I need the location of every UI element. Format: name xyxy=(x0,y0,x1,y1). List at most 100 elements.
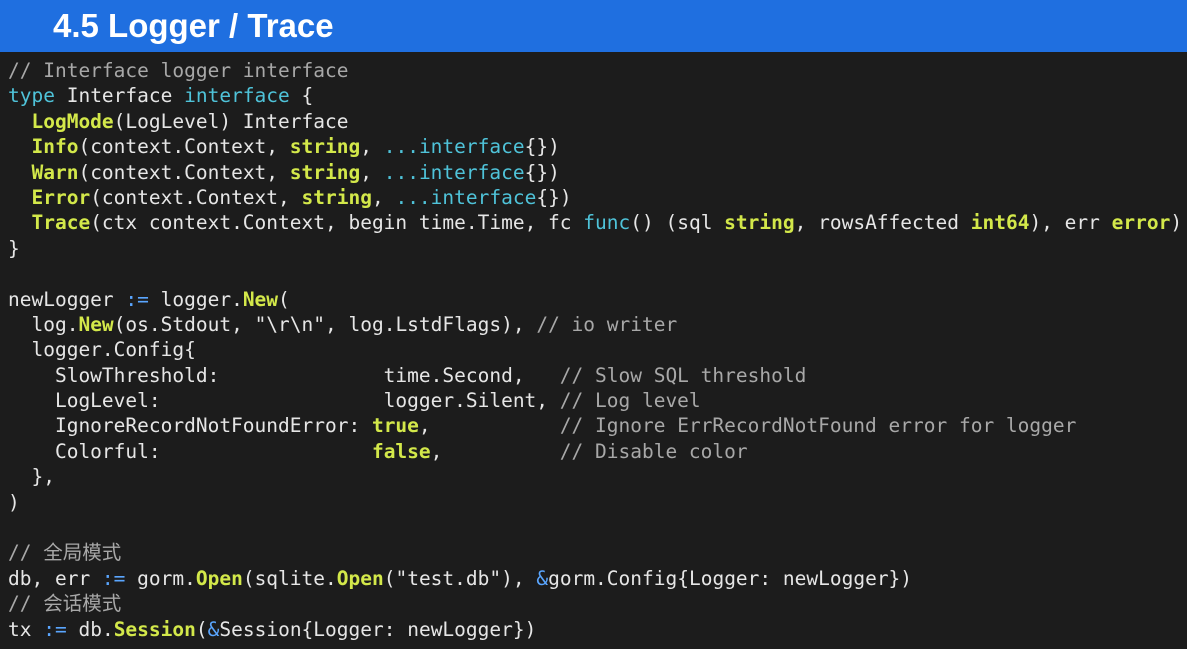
code-token-func: Open xyxy=(336,566,384,590)
code-token-op: := xyxy=(125,287,149,311)
code-token-text: } xyxy=(8,236,20,260)
code-token-text: LogLevel: logger.Silent, xyxy=(8,389,560,413)
code-token-comment: // Slow SQL threshold xyxy=(559,363,807,387)
code-line: Trace(ctx context.Context, begin time.Ti… xyxy=(8,210,1183,235)
code-token-text: db. xyxy=(66,617,114,641)
code-token-type: error xyxy=(1111,211,1171,235)
code-token-text: ), err xyxy=(1029,211,1112,235)
code-line: log.New(os.Stdout, "\r\n", log.LstdFlags… xyxy=(8,312,1183,337)
code-line: logger.Config{ xyxy=(8,337,1183,362)
code-token-comment: // Ignore ErrRecordNotFound error for lo… xyxy=(559,414,1077,438)
code-token-text: }, xyxy=(8,465,55,489)
code-token-text: gorm.Config{Logger: newLogger}) xyxy=(548,566,913,590)
code-token-comment: // Disable color xyxy=(559,439,748,463)
code-token-text: log. xyxy=(8,312,79,336)
code-token-type: string xyxy=(301,185,372,209)
code-token-keyword: ...interface xyxy=(383,160,525,184)
code-token-text: (context.Context, xyxy=(78,160,290,184)
code-token-text: (LogLevel) Interface xyxy=(113,109,349,133)
code-token-keyword: ...interface xyxy=(395,185,537,209)
code-token-text: SlowThreshold: time.Second, xyxy=(8,363,560,387)
code-token-op: & xyxy=(207,617,220,641)
code-token-comment: // io writer xyxy=(536,312,678,336)
code-token-type: string xyxy=(724,211,795,235)
code-token-comment: // 会话模式 xyxy=(8,592,122,616)
code-line: // 会话模式 xyxy=(8,591,1183,616)
code-line: // Interface logger interface xyxy=(8,58,1183,83)
code-token-text: (context.Context, xyxy=(90,185,302,209)
code-token-text: newLogger xyxy=(8,287,126,311)
code-token-text: db, err xyxy=(8,566,102,590)
code-line: db, err := gorm.Open(sqlite.Open("test.d… xyxy=(8,566,1183,591)
code-token-op: := xyxy=(43,617,67,641)
code-token-keyword: type xyxy=(8,84,55,108)
code-token-text: IgnoreRecordNotFoundError: xyxy=(8,414,372,438)
code-token-text: , xyxy=(360,160,384,184)
code-token-comment: // 全局模式 xyxy=(8,541,122,565)
code-block: // Interface logger interface type Interf… xyxy=(8,58,1183,642)
code-token-func: New xyxy=(242,287,279,311)
code-token-text: (ctx context.Context, begin time.Time, f… xyxy=(90,211,584,235)
code-token-func: New xyxy=(78,312,114,336)
code-token-text: ( xyxy=(195,617,208,641)
code-line: Warn(context.Context, string, ...interfa… xyxy=(8,160,1183,185)
slide-header: 4.5 Logger / Trace xyxy=(0,0,1187,52)
code-token-text: Session{Logger: newLogger}) xyxy=(219,617,537,641)
code-token-type: int64 xyxy=(970,211,1030,235)
code-token-func: LogMode xyxy=(31,109,114,133)
code-token-func: Open xyxy=(195,566,243,590)
code-line: type Interface interface { xyxy=(8,83,1183,108)
code-line: LogMode(LogLevel) Interface xyxy=(8,109,1183,134)
code-token-text: , xyxy=(430,439,560,463)
code-line: LogLevel: logger.Silent, // Log level xyxy=(8,388,1183,413)
code-line: } xyxy=(8,236,1183,261)
code-line: Colorful: false, // Disable color xyxy=(8,439,1183,464)
code-token-func: Error xyxy=(31,185,91,209)
code-token-text: ) xyxy=(8,490,20,514)
code-line: tx := db.Session(&Session{Logger: newLog… xyxy=(8,617,1183,642)
code-token-text: tx xyxy=(8,617,44,641)
code-token-text: (os.Stdout, "\r\n", log.LstdFlags), xyxy=(113,312,537,336)
code-line: }, xyxy=(8,464,1183,489)
code-token-func: Session xyxy=(113,617,196,641)
code-token-op: & xyxy=(536,566,549,590)
code-token-keyword: interface xyxy=(184,84,290,108)
code-token-text: gorm. xyxy=(125,566,196,590)
code-token-type: string xyxy=(289,135,361,159)
code-token-text: Colorful: xyxy=(8,439,372,463)
code-token-text: , rowsAffected xyxy=(794,211,971,235)
code-token-text: {}) xyxy=(524,135,560,159)
code-line: ) xyxy=(8,490,1183,515)
code-line: Error(context.Context, string, ...interf… xyxy=(8,185,1183,210)
code-token-text: (sqlite. xyxy=(242,566,337,590)
code-token-keyword: ...interface xyxy=(383,135,525,159)
code-token-comment: // Log level xyxy=(559,389,701,413)
code-token-text: () (sql xyxy=(630,211,725,235)
code-line: newLogger := logger.New( xyxy=(8,287,1183,312)
code-token-op: := xyxy=(101,566,126,590)
code-token-text: ("test.db"), xyxy=(383,566,537,590)
slide-title: 4.5 Logger / Trace xyxy=(53,7,334,44)
code-token-text: (context.Context, xyxy=(78,135,290,159)
code-token-text: { xyxy=(289,84,314,108)
code-line: IgnoreRecordNotFoundError: true, // Igno… xyxy=(8,413,1183,438)
code-token-text: , xyxy=(360,135,384,159)
code-token-comment: // Interface logger interface xyxy=(8,59,349,82)
code-line: Info(context.Context, string, ...interfa… xyxy=(8,134,1183,159)
code-token-text: logger.Config{ xyxy=(8,338,196,362)
code-line: // 全局模式 xyxy=(8,540,1183,565)
code-token-func: Warn xyxy=(31,160,79,184)
code-token-text: {}) xyxy=(536,185,572,209)
code-token-text: ( xyxy=(278,287,290,311)
code-token-type: string xyxy=(289,160,361,184)
code-line: SlowThreshold: time.Second, // Slow SQL … xyxy=(8,363,1183,388)
code-token-text: ) xyxy=(1170,211,1183,235)
code-token-type: true xyxy=(371,414,419,438)
